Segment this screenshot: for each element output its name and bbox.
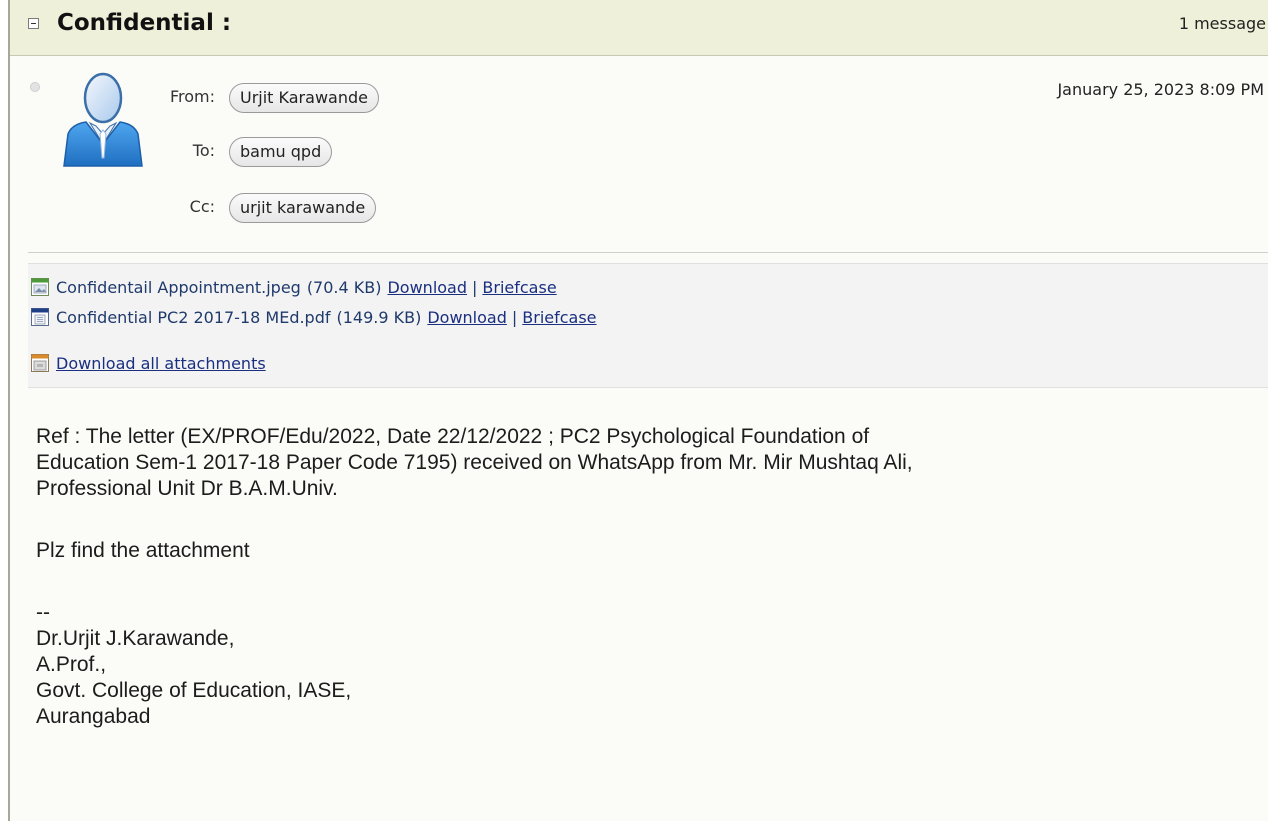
signature-line: Aurangabad [36,705,151,728]
conversation-subject: Confidential : [57,10,232,36]
to-address-chip[interactable]: bamu qpd [229,137,333,167]
briefcase-link[interactable]: Briefcase [482,278,556,297]
from-address-chip[interactable]: Urjit Karawande [229,83,379,113]
signature-line: Govt. College of Education, IASE, [36,679,352,702]
download-link[interactable]: Download [387,278,467,297]
message-date: January 25, 2023 8:09 PM [1057,80,1264,99]
archive-icon [31,354,49,372]
signature-line: A.Prof., [36,653,107,676]
conversation-header: Confidential : 1 message [10,0,1268,56]
attachment-name: Confidential PC2 2017-18 MEd.pdf [56,307,331,327]
link-separator: | [472,277,478,297]
image-file-icon [31,278,49,296]
body-line: Ref : The letter (EX/PROF/Edu/2022, Date… [36,425,870,448]
message-count: 1 message [1178,14,1266,33]
to-label: To: [192,141,215,160]
attachments-panel: Confidentail Appointment.jpeg (70.4 KB) … [28,263,1268,388]
link-separator: | [511,307,518,327]
read-status-icon[interactable] [30,82,40,92]
attachment-item: Confidential PC2 2017-18 MEd.pdf (149.9 … [31,306,597,328]
download-link[interactable]: Download [427,308,507,327]
cc-label: Cc: [189,197,215,216]
message-view: From: Urjit Karawande To: bamu qpd Cc: u… [10,56,1268,821]
signature-separator: -- [36,601,50,624]
document-file-icon [31,308,49,326]
download-all-link[interactable]: Download all attachments [56,354,266,373]
header-divider [28,252,1268,253]
body-line: Professional Unit Dr B.A.M.Univ. [36,477,338,500]
signature-line: Dr.Urjit J.Karawande, [36,627,235,650]
attachment-item: Confidentail Appointment.jpeg (70.4 KB) … [31,276,557,298]
attachment-size: (149.9 KB) [336,307,422,327]
from-label: From: [169,87,215,106]
body-line: Plz find the attachment [36,539,250,562]
attachment-size: (70.4 KB) [306,277,382,297]
collapse-toggle-icon[interactable] [28,18,39,29]
cc-address-chip[interactable]: urjit karawande [229,193,377,223]
attachment-name: Confidentail Appointment.jpeg [56,277,301,297]
briefcase-link[interactable]: Briefcase [522,308,596,327]
download-all-row: Download all attachments [31,352,266,374]
contact-avatar-icon [63,72,143,167]
body-line: Education Sem-1 2017-18 Paper Code 7195)… [36,451,913,474]
